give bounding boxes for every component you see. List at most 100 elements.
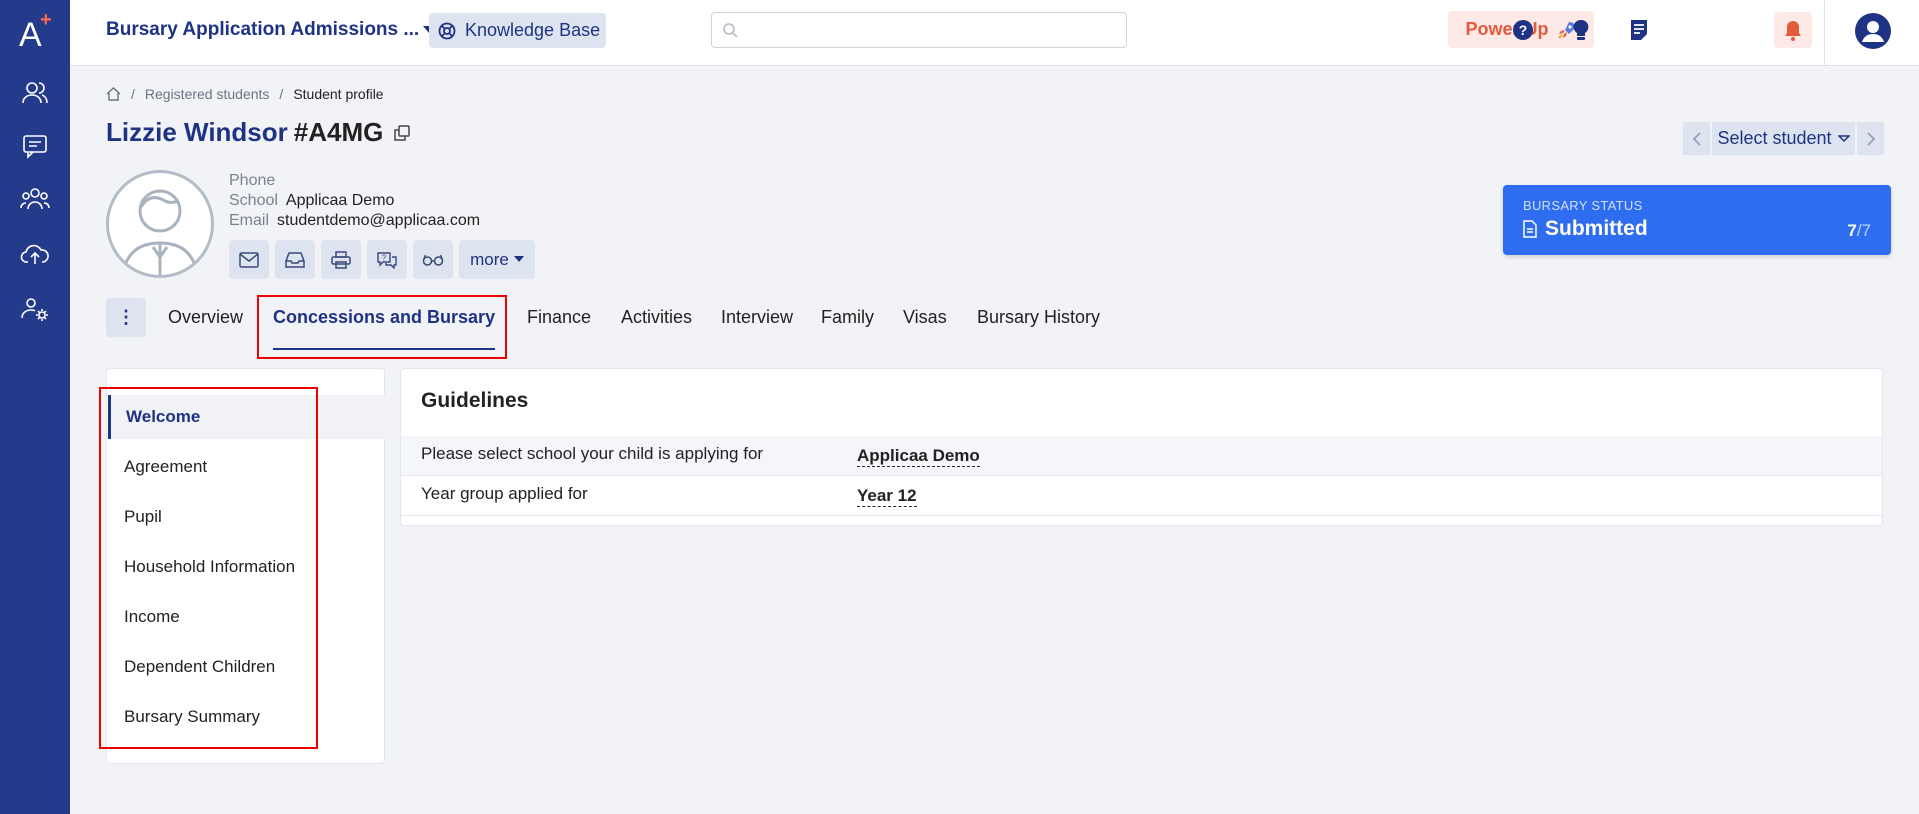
chevron-right-icon <box>1866 131 1875 146</box>
tab-concessions-and-bursary[interactable]: Concessions and Bursary <box>273 307 496 350</box>
chat-question-icon: ? <box>377 251 397 269</box>
school-label: School <box>229 192 278 209</box>
view-button[interactable] <box>413 240 453 279</box>
next-student-button[interactable] <box>1857 122 1884 155</box>
message-icon[interactable] <box>17 128 53 164</box>
search-input[interactable] <box>746 21 1126 39</box>
help-icon[interactable]: ? <box>1506 13 1540 47</box>
tabs-menu-button[interactable]: ⋮ <box>106 298 146 337</box>
glasses-icon <box>422 254 444 266</box>
tab-bursary-history[interactable]: Bursary History <box>977 307 1100 328</box>
knowledge-base-button[interactable]: Knowledge Base <box>429 13 606 48</box>
status-total-count: /7 <box>1856 221 1871 240</box>
profile-actions: ? more <box>229 240 535 279</box>
student-id: #A4MG <box>293 117 384 147</box>
tab-activities[interactable]: Activities <box>621 307 692 328</box>
bell-icon[interactable] <box>1774 12 1812 48</box>
menu-item-bursary-summary[interactable]: Bursary Summary <box>108 695 385 739</box>
guideline-question: Please select school your child is apply… <box>421 444 764 463</box>
select-student-label: Select student <box>1717 128 1832 148</box>
student-pager: Select student <box>1683 122 1884 155</box>
search-box[interactable] <box>711 12 1127 48</box>
menu-item-agreement[interactable]: Agreement <box>108 445 385 489</box>
school-value: Applicaa Demo <box>285 192 395 209</box>
email-button[interactable] <box>229 240 269 279</box>
chat-help-button[interactable]: ? <box>367 240 407 279</box>
notes-icon[interactable] <box>1622 13 1656 47</box>
home-icon[interactable] <box>106 87 121 101</box>
email-value[interactable]: studentdemo@applicaa.com <box>277 212 480 229</box>
email-label: Email <box>229 212 270 229</box>
phone-row: Phone <box>229 171 480 191</box>
users-settings-icon[interactable] <box>17 291 53 327</box>
app-title-text: Bursary Application Admissions ... <box>106 19 420 40</box>
more-button[interactable]: more <box>459 240 535 279</box>
page-title: Lizzie Windsor #A4MG <box>106 117 411 148</box>
chevron-left-icon <box>1692 131 1701 146</box>
search-icon <box>723 23 738 38</box>
student-name: Lizzie Windsor <box>106 117 288 147</box>
guideline-answer[interactable]: Year 12 <box>857 486 917 507</box>
app-title-dropdown[interactable]: Bursary Application Admissions ... <box>106 19 436 41</box>
status-done-count: 7 <box>1847 221 1857 240</box>
svg-text:A: A <box>19 16 42 52</box>
menu-item-dependent-children[interactable]: Dependent Children <box>108 645 385 689</box>
bursary-status-card[interactable]: BURSARY STATUS Submitted 7/7 <box>1503 185 1891 255</box>
menu-item-income[interactable]: Income <box>108 595 385 639</box>
envelope-icon <box>239 251 259 268</box>
select-student-dropdown[interactable]: Select student <box>1712 122 1855 155</box>
email-row: Email studentdemo@applicaa.com <box>229 211 480 231</box>
top-bar: Bursary Application Admissions ... Knowl… <box>70 0 1919 66</box>
tab-finance[interactable]: Finance <box>527 307 591 328</box>
previous-student-button[interactable] <box>1683 122 1710 155</box>
tab-visas[interactable]: Visas <box>903 307 947 328</box>
guideline-answer[interactable]: Applicaa Demo <box>857 446 980 467</box>
people-icon[interactable] <box>17 75 53 111</box>
more-label: more <box>470 249 509 269</box>
menu-item-welcome[interactable]: Welcome <box>108 395 385 439</box>
print-button[interactable] <box>321 240 361 279</box>
cloud-upload-icon[interactable] <box>17 236 53 272</box>
vertical-dots-icon: ⋮ <box>117 307 135 327</box>
lifebuoy-icon <box>438 22 456 39</box>
svg-text:?: ? <box>1519 22 1528 38</box>
guideline-question: Year group applied for <box>421 484 588 503</box>
app-logo[interactable]: A + <box>0 0 70 60</box>
guideline-row: Please select school your child is apply… <box>401 436 1882 476</box>
user-avatar-icon[interactable] <box>1853 11 1893 51</box>
tab-overview[interactable]: Overview <box>168 307 243 328</box>
inbox-button[interactable] <box>275 240 315 279</box>
bursary-status-count: 7/7 <box>1847 221 1871 241</box>
guidelines-heading: Guidelines <box>421 389 529 412</box>
svg-text:+: + <box>40 9 52 31</box>
breadcrumb-separator: / <box>131 86 135 102</box>
chevron-down-icon <box>1837 134 1850 142</box>
group-icon[interactable] <box>17 181 53 217</box>
lightbulb-icon[interactable] <box>1564 13 1598 47</box>
menu-item-pupil[interactable]: Pupil <box>108 495 385 539</box>
school-row: School Applicaa Demo <box>229 191 480 211</box>
document-icon <box>1523 220 1537 238</box>
tab-family[interactable]: Family <box>821 307 874 328</box>
guideline-row: Year group applied for Year 12 <box>401 476 1882 516</box>
student-info: Phone School Applicaa Demo Email studentde… <box>229 171 480 231</box>
printer-icon <box>331 250 351 269</box>
phone-label: Phone <box>229 172 276 189</box>
section-menu: Welcome Agreement Pupil Household Inform… <box>106 368 385 764</box>
topbar-divider <box>1824 0 1825 66</box>
guidelines-card: Guidelines Please select school your chi… <box>400 368 1883 526</box>
chevron-down-icon <box>513 256 524 262</box>
bursary-status-value: Submitted <box>1545 217 1648 240</box>
bursary-status-value-row: Submitted <box>1523 217 1648 241</box>
tab-interview[interactable]: Interview <box>721 307 793 328</box>
bursary-status-label: BURSARY STATUS <box>1523 198 1643 213</box>
breadcrumb-separator: / <box>279 86 284 102</box>
avatar <box>106 170 214 278</box>
breadcrumb-registered-students[interactable]: Registered students <box>145 86 270 102</box>
copy-icon[interactable] <box>393 124 411 142</box>
svg-text:?: ? <box>382 253 387 262</box>
menu-item-household-information[interactable]: Household Information <box>108 545 385 589</box>
inbox-icon <box>285 251 305 268</box>
breadcrumb: / Registered students / Student profile <box>106 86 384 102</box>
sidebar: A + <box>0 0 70 814</box>
